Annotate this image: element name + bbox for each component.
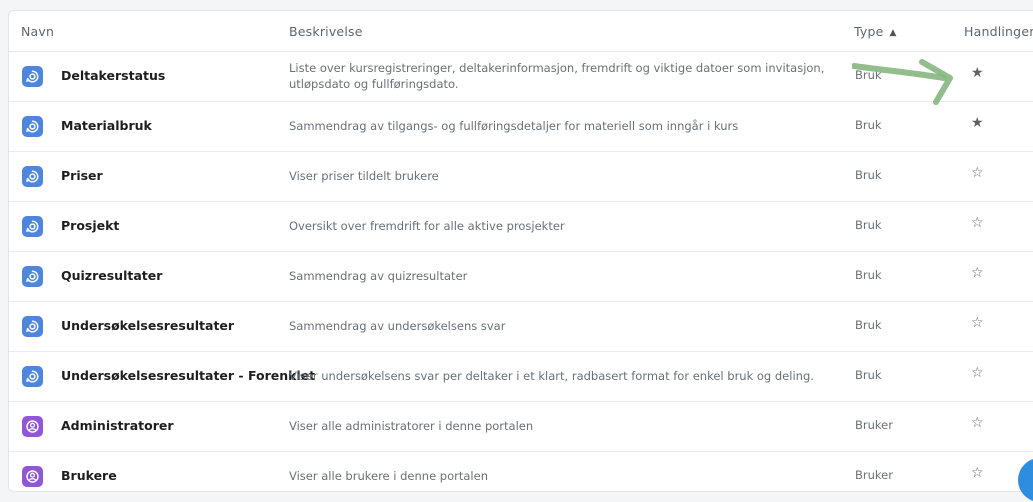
report-icon	[22, 116, 43, 137]
table-row[interactable]: Materialbruk Sammendrag av tilgangs- og f…	[9, 101, 1033, 152]
star-outline-icon[interactable]: ☆	[971, 465, 984, 481]
reports-table: Navn Beskrivelse Type ▲ Handlinger Deltak…	[8, 10, 1033, 492]
column-header-actions: Handlinger	[964, 24, 1033, 39]
report-type: Bruk	[855, 318, 882, 332]
sort-ascending-icon: ▲	[889, 28, 897, 38]
report-name[interactable]: Undersøkelsesresultater - Forenklet	[61, 368, 315, 383]
report-name[interactable]: Undersøkelsesresultater	[61, 318, 234, 333]
table-row[interactable]: Quizresultater Sammendrag av quizresultat…	[9, 251, 1033, 302]
report-name[interactable]: Deltakerstatus	[61, 68, 165, 83]
report-icon	[22, 216, 43, 237]
star-filled-icon[interactable]: ★	[971, 65, 984, 81]
star-outline-icon[interactable]: ☆	[971, 415, 984, 431]
report-type: Bruk	[855, 118, 882, 132]
report-icon	[22, 316, 43, 337]
report-description: Viser undersøkelsens svar per deltaker i…	[289, 369, 814, 383]
report-description: Oversikt over fremdrift for alle aktive …	[289, 219, 565, 233]
report-type: Bruk	[855, 368, 882, 382]
star-outline-icon[interactable]: ☆	[971, 215, 984, 231]
table-row[interactable]: Undersøkelsesresultater - Forenklet Viser…	[9, 351, 1033, 402]
column-header-type-label: Type	[854, 24, 884, 39]
report-name[interactable]: Brukere	[61, 468, 117, 483]
table-row[interactable]: Administratorer Viser alle administratore…	[9, 401, 1033, 452]
column-header-description[interactable]: Beskrivelse	[289, 24, 363, 39]
report-name[interactable]: Administratorer	[61, 418, 174, 433]
column-header-type[interactable]: Type ▲	[854, 24, 897, 39]
star-filled-icon[interactable]: ★	[971, 115, 984, 131]
report-description: Sammendrag av undersøkelsens svar	[289, 319, 506, 333]
report-name[interactable]: Materialbruk	[61, 118, 152, 133]
report-icon	[22, 366, 43, 387]
report-type: Bruk	[855, 168, 882, 182]
table-row[interactable]: Brukere Viser alle brukere i denne portal…	[9, 451, 1033, 491]
report-name[interactable]: Prosjekt	[61, 218, 119, 233]
star-outline-icon[interactable]: ☆	[971, 265, 984, 281]
report-type: Bruk	[855, 268, 882, 282]
table-row[interactable]: Deltakerstatus Liste over kursregistrerin…	[9, 51, 1033, 102]
report-type: Bruker	[855, 418, 893, 432]
report-name[interactable]: Priser	[61, 168, 103, 183]
report-description: Viser priser tildelt brukere	[289, 169, 439, 183]
table-header: Navn Beskrivelse Type ▲ Handlinger	[9, 11, 1033, 52]
report-description: Viser alle administratorer i denne porta…	[289, 419, 534, 433]
report-type: Bruk	[855, 68, 882, 82]
report-description: Sammendrag av tilgangs- og fullføringsde…	[289, 119, 739, 133]
table-row[interactable]: Prosjekt Oversikt over fremdrift for alle…	[9, 201, 1033, 252]
table-row[interactable]: Undersøkelsesresultater Sammendrag av und…	[9, 301, 1033, 352]
report-description: Viser alle brukere i denne portalen	[289, 469, 488, 483]
report-icon	[22, 266, 43, 287]
star-outline-icon[interactable]: ☆	[971, 315, 984, 331]
column-header-name[interactable]: Navn	[21, 24, 54, 39]
user-icon	[22, 416, 43, 437]
table-row[interactable]: Priser Viser priser tildelt brukere Bruk ☆	[9, 151, 1033, 202]
report-description: Sammendrag av quizresultater	[289, 269, 468, 283]
report-description: Liste over kursregistreringer, deltakeri…	[289, 61, 825, 91]
star-outline-icon[interactable]: ☆	[971, 365, 984, 381]
star-outline-icon[interactable]: ☆	[971, 165, 984, 181]
report-icon	[22, 166, 43, 187]
report-icon	[22, 66, 43, 87]
report-type: Bruk	[855, 218, 882, 232]
report-name[interactable]: Quizresultater	[61, 268, 162, 283]
user-icon	[22, 466, 43, 487]
